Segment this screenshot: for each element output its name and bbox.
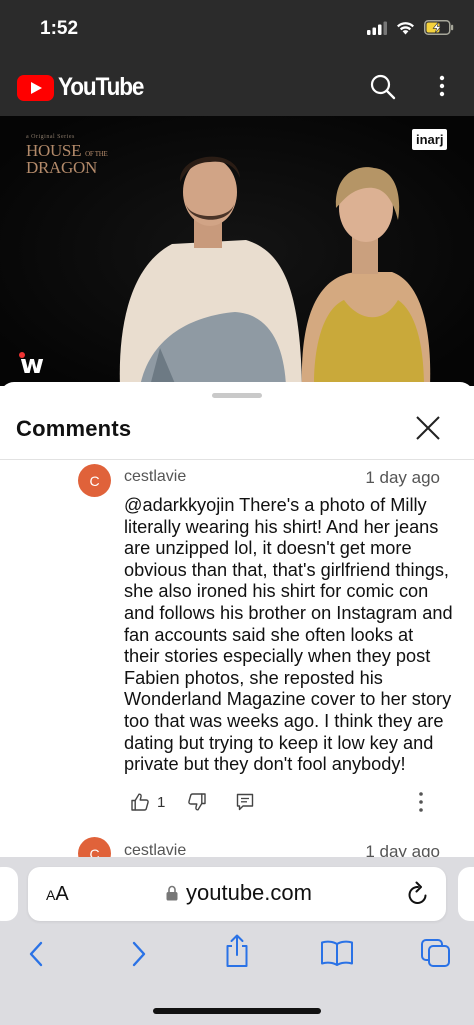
sheet-divider [0,459,474,460]
tabs-icon[interactable] [420,938,452,968]
url-text: youtube.com [186,880,312,905]
aa-small: A [46,887,56,903]
status-icons [367,20,454,35]
home-indicator [153,1008,321,1014]
reader-settings-button[interactable]: AA [46,883,69,906]
logo-word-of-the: OF THE [85,150,108,158]
like-count: 1 [157,793,166,811]
avatar[interactable]: C [78,464,111,497]
cellular-signal-icon [367,21,387,35]
house-of-the-dragon-logo: a Original Series HOUSE OF THE DRAGON [26,134,108,176]
status-bar: 1:52 [0,0,474,58]
share-icon[interactable] [223,933,251,969]
bookmarks-icon[interactable] [320,939,354,967]
sheet-drag-handle[interactable] [212,393,262,398]
youtube-header: YouTube [0,58,474,116]
video-player[interactable]: a Original Series HOUSE OF THE DRAGON in… [0,116,474,386]
aa-large: A [55,883,69,905]
status-time: 1:52 [40,18,79,39]
next-tab-edge[interactable] [458,867,474,921]
comment-author[interactable]: cestlavie [124,468,186,486]
thumbs-down-icon[interactable] [187,792,207,812]
safari-bottom-bar: AA youtube.com [0,857,474,1025]
search-icon[interactable] [370,74,396,100]
forward-icon[interactable] [128,939,148,969]
youtube-logo-text: YouTube [58,73,144,101]
comment-more-icon[interactable] [417,791,425,813]
comment-item: C cestlavie 1 day ago @adarkkyojin There… [0,462,474,822]
youtube-logo[interactable]: YouTube [17,73,153,102]
w-logo: w [20,350,45,380]
reload-icon[interactable] [406,881,430,907]
youtube-play-icon [17,74,54,101]
back-icon[interactable] [27,939,47,969]
comment-text: @adarkkyojin There's a photo of Milly li… [124,495,453,775]
inarj-badge: inarj [412,129,448,150]
close-icon[interactable] [414,414,442,442]
comment-actions: 1 [130,792,255,812]
address-bar[interactable]: AA youtube.com [28,867,446,921]
url-display[interactable]: youtube.com [166,880,312,906]
more-vertical-icon[interactable] [434,72,450,100]
wifi-icon [397,21,414,34]
comments-sheet: Comments C cestlavie 1 day ago @adarkkyo… [0,382,474,862]
lock-icon [166,885,178,901]
battery-charging-icon [424,20,454,35]
logo-word-dragon: DRAGON [26,158,97,177]
comments-title: Comments [16,416,132,441]
comment-time: 1 day ago [365,468,440,487]
logo-network-text: a Original Series [26,134,75,140]
previous-tab-edge[interactable] [0,867,18,921]
reply-icon[interactable] [235,792,255,812]
safari-toolbar [0,933,474,975]
thumbs-up-icon[interactable] [130,792,150,812]
